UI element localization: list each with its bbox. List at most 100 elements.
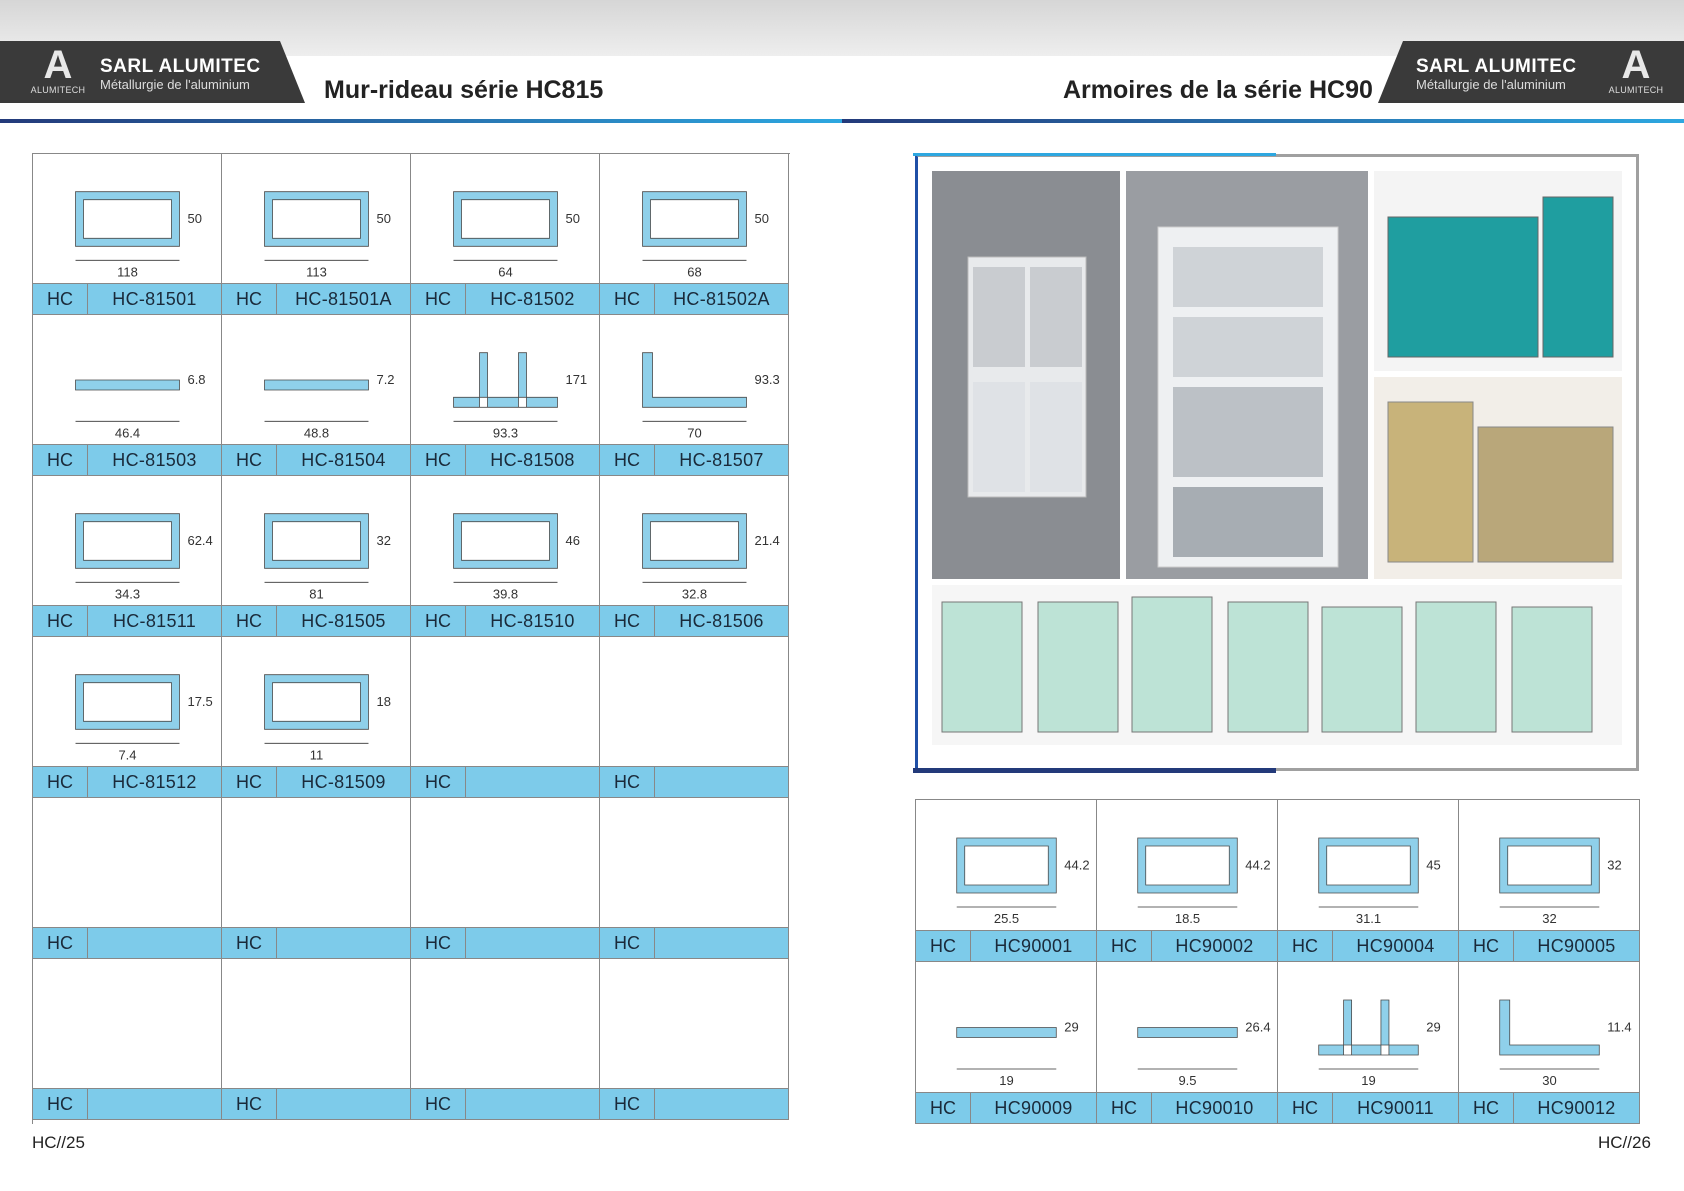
profile-code-bar: HC HC-81501A <box>222 283 410 314</box>
profile-code-bar: HC HC-81512 <box>33 766 221 797</box>
dimension-label: 113 <box>306 264 327 279</box>
profile-cell: 9.5 26.4 HC HC90010 <box>1097 962 1278 1124</box>
profile-cell: HC <box>600 959 789 1120</box>
profile-cell: 68 50 HC HC-81502A <box>600 154 789 315</box>
profile-code <box>88 928 221 958</box>
profile-code <box>466 928 599 958</box>
dimension-label: 6.8 <box>187 372 205 387</box>
profile-code-bar: HC HC-81502A <box>600 283 788 314</box>
dimension-label: 44.2 <box>1064 858 1089 873</box>
profile-code: HC90009 <box>994 1098 1073 1118</box>
profile-code-bar: HC HC-81504 <box>222 444 410 475</box>
profile-drawing: 7.4 17.5 <box>75 674 213 762</box>
profile-code-bar: HC HC90005 <box>1459 930 1639 961</box>
dimension-label: 18.5 <box>1175 911 1200 926</box>
company-logo-left: A ALUMITECH SARL ALUMITEC Métallurgie de… <box>0 41 305 103</box>
profile-prefix: HC <box>222 284 277 314</box>
profile-table-right: 25.5 44.2 HC HC90001 18.5 44.2 HC HC90002 31.1 45… <box>915 799 1640 1124</box>
dimension-label: 48.8 <box>304 425 329 440</box>
profile-drawing: 48.8 7.2 <box>264 372 395 440</box>
profile-cell: 7.4 17.5 HC HC-81512 <box>33 637 222 798</box>
profile-drawing <box>222 959 411 1089</box>
dimension-label: 46 <box>565 533 579 548</box>
profile-drawing: 1929 <box>1318 999 1441 1088</box>
dimension-label: 25.5 <box>994 911 1019 926</box>
profile-code <box>88 1089 221 1119</box>
profile-code: HC90001 <box>994 936 1073 956</box>
dimension-label: 32 <box>376 533 390 548</box>
logo-letter: A <box>43 43 73 87</box>
dimension-label: 118 <box>117 264 138 279</box>
profile-prefix: HC <box>33 284 88 314</box>
left-page-number: HC//25 <box>32 1133 85 1152</box>
company-logo-right: SARL ALUMITEC Métallurgie de l'aluminium… <box>1378 41 1684 103</box>
profile-prefix: HC <box>222 767 277 797</box>
profile-prefix: HC <box>1459 931 1514 961</box>
profile-code: HC-81506 <box>679 611 764 631</box>
profile-prefix: HC <box>411 928 466 958</box>
dimension-label: 62.4 <box>187 533 212 548</box>
dimension-label: 26.4 <box>1245 1020 1270 1035</box>
profile-prefix: HC <box>411 284 466 314</box>
dimension-label: 50 <box>754 211 768 226</box>
profile-cell: 19 29 HC HC90009 <box>916 962 1097 1124</box>
profile-cell: 113 50 HC HC-81501A <box>222 154 411 315</box>
profile-cell: HC <box>411 637 600 798</box>
dimension-label: 7.2 <box>376 372 394 387</box>
profile-cell: 48.8 7.2 HC HC-81504 <box>222 315 411 476</box>
right-page-title: Armoires de la série HC90 <box>1063 76 1373 104</box>
dimension-label: 29 <box>1426 1020 1440 1035</box>
profile-code-bar: HC <box>600 1088 788 1119</box>
profile-cell: 93.3 171 HC HC-81508 <box>411 315 600 476</box>
profile-prefix: HC <box>916 931 971 961</box>
profile-code-bar: HC HC90010 <box>1097 1092 1277 1123</box>
profile-drawing: 64 50 <box>453 191 580 279</box>
profile-code <box>655 767 788 797</box>
profile-code-bar: HC HC-81507 <box>600 444 788 475</box>
dimension-label: 93.3 <box>754 372 779 387</box>
profile-drawing: 25.5 44.2 <box>956 837 1090 926</box>
profile-code-bar: HC <box>600 927 788 958</box>
profile-code <box>466 1089 599 1119</box>
profile-code: HC90004 <box>1356 936 1435 956</box>
profile-code <box>655 928 788 958</box>
profile-prefix: HC <box>600 445 655 475</box>
profile-code-bar: HC HC-81511 <box>33 605 221 636</box>
profile-code-bar: HC HC-81510 <box>411 605 599 636</box>
profile-cell: HC <box>222 798 411 959</box>
profile-drawing: 118 50 <box>75 191 202 279</box>
dimension-label: 18 <box>376 694 390 709</box>
dimension-label: 32 <box>1542 911 1556 926</box>
left-page-title: Mur-rideau série HC815 <box>324 76 604 104</box>
profile-cell: 19 29 HC HC90011 <box>1278 962 1459 1124</box>
profile-code: HC90002 <box>1175 936 1254 956</box>
profile-code-bar: HC HC-81509 <box>222 766 410 797</box>
profile-cell: 118 50 HC HC-81501 <box>33 154 222 315</box>
profile-shape <box>1137 1027 1238 1038</box>
profile-shape <box>1318 837 1419 894</box>
profile-code-bar: HC HC-81502 <box>411 283 599 314</box>
profile-drawing: 32.8 21.4 <box>642 513 780 601</box>
profile-cell: 81 32 HC HC-81505 <box>222 476 411 637</box>
dimension-label: 17.5 <box>187 694 212 709</box>
profile-code: HC-81507 <box>679 450 764 470</box>
profile-code-bar: HC <box>600 766 788 797</box>
profile-drawing: 113 50 <box>264 191 391 279</box>
profile-drawing: 68 50 <box>642 191 769 279</box>
profile-cell: HC <box>411 798 600 959</box>
profile-prefix: HC <box>411 606 466 636</box>
profile-code <box>655 1089 788 1119</box>
profile-cell: HC <box>222 959 411 1120</box>
profile-drawing: 18.5 44.2 <box>1137 837 1271 926</box>
dimension-label: 7.4 <box>118 747 136 762</box>
profile-code: HC-81512 <box>112 772 197 792</box>
profile-shape <box>642 352 747 408</box>
logo-subtext: ALUMITECH <box>1608 85 1664 95</box>
profile-code-bar: HC HC90009 <box>916 1092 1096 1123</box>
profile-prefix: HC <box>1278 931 1333 961</box>
company-name: SARL ALUMITEC <box>100 56 261 77</box>
profile-shape <box>956 1027 1057 1038</box>
profile-code: HC-81502 <box>490 289 575 309</box>
profile-drawing: 93.3 171 <box>453 352 587 440</box>
dimension-label: 171 <box>565 372 587 387</box>
